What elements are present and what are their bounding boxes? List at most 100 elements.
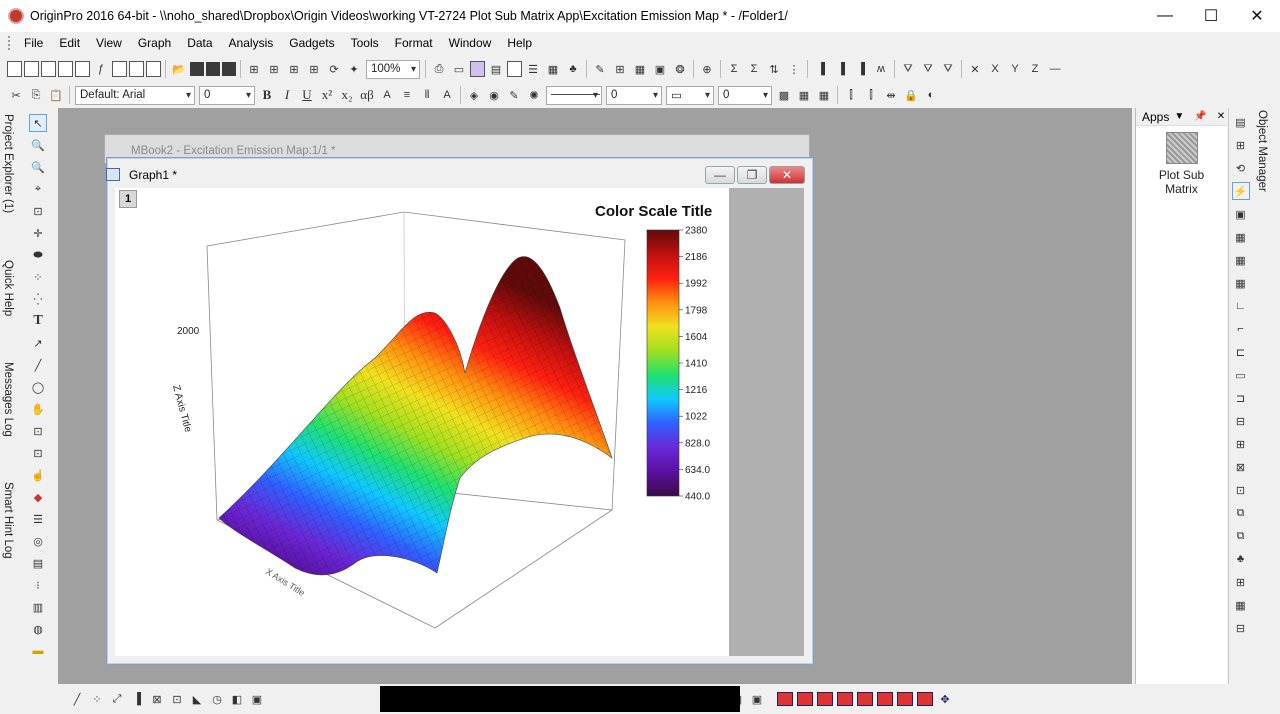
rotate-down-icon[interactable]: [837, 692, 853, 706]
column-chart-icon[interactable]: ▐: [128, 690, 146, 708]
clear-icon[interactable]: ✕: [966, 60, 984, 78]
overlay-icon[interactable]: ◐: [922, 86, 940, 104]
maximize-button[interactable]: ☐: [1188, 0, 1234, 32]
code-builder-icon[interactable]: ▤: [487, 60, 505, 78]
bold-button[interactable]: B: [257, 87, 277, 103]
screen-reader-icon[interactable]: ⊡: [29, 202, 47, 220]
front-icon[interactable]: ⧉: [1232, 504, 1250, 522]
greek-button[interactable]: αβ: [357, 87, 377, 103]
add-column-icon[interactable]: ⊕: [698, 60, 716, 78]
insert-table-icon[interactable]: ⊡: [29, 444, 47, 462]
border-combo[interactable]: ▭: [666, 85, 714, 105]
z-label[interactable]: Z: [1026, 60, 1044, 78]
surface-plot[interactable]: 2000 Z Axis Title X Axis Title Color Sca…: [115, 188, 729, 656]
sum-icon[interactable]: Σ: [725, 60, 743, 78]
reset-view-icon[interactable]: [917, 692, 933, 706]
duplicate-icon[interactable]: [470, 61, 485, 77]
subscript-button[interactable]: x₂: [337, 87, 357, 103]
menu-format[interactable]: Format: [387, 36, 441, 50]
menu-edit[interactable]: Edit: [51, 36, 88, 50]
rotate-left-icon[interactable]: [777, 692, 793, 706]
axis-box-icon[interactable]: ⊏: [1232, 343, 1250, 361]
apps-close-icon[interactable]: ✕: [1217, 111, 1225, 122]
dash-icon[interactable]: —: [1046, 60, 1064, 78]
area-plot-icon[interactable]: ◣: [188, 690, 206, 708]
line-plot-icon[interactable]: ╱: [68, 690, 86, 708]
new-project-icon[interactable]: [7, 61, 22, 77]
add-layer4-icon[interactable]: ▦: [1232, 274, 1250, 292]
object-manager-tab[interactable]: Object Manager: [1256, 110, 1268, 192]
import-ascii-icon[interactable]: ⊞: [305, 60, 323, 78]
insert-graph-icon[interactable]: ⊡: [29, 422, 47, 440]
project-explorer-tab[interactable]: Project Explorer (1): [2, 114, 14, 213]
distribute-icon[interactable]: ⇹: [882, 86, 900, 104]
cut-icon[interactable]: ✂: [7, 86, 25, 104]
zoom-out-icon[interactable]: 🔍: [29, 158, 47, 176]
group-icon[interactable]: ⊠: [1232, 458, 1250, 476]
object-icon[interactable]: ◆: [29, 488, 47, 506]
line-color-icon[interactable]: ✎: [505, 86, 523, 104]
polar-icon[interactable]: ◎: [29, 532, 47, 550]
graph-window[interactable]: Graph1 * — ❐ ✕ 1 2000 Z Axis Title X Axi…: [106, 157, 814, 665]
rotate-up-icon[interactable]: [817, 692, 833, 706]
sort-icon[interactable]: ⇅: [765, 60, 783, 78]
menu-data[interactable]: Data: [179, 36, 220, 50]
results-log-icon[interactable]: [507, 61, 522, 77]
table-icon[interactable]: ▦: [815, 86, 833, 104]
filter-options-icon[interactable]: ⛛: [939, 60, 957, 78]
recalculate-icon[interactable]: ⟳: [325, 60, 343, 78]
globe-icon[interactable]: ◍: [29, 620, 47, 638]
print-icon[interactable]: ⎙: [430, 60, 448, 78]
minimize-button[interactable]: —: [1142, 0, 1188, 32]
save-window-icon[interactable]: [222, 62, 236, 76]
grid-icon[interactable]: ▦: [1232, 596, 1250, 614]
import-icon[interactable]: ⊞: [245, 60, 263, 78]
close-button[interactable]: ✕: [1234, 0, 1280, 32]
extract-icon[interactable]: ▥: [29, 598, 47, 616]
tree-icon2[interactable]: ♣: [1232, 550, 1250, 568]
line-width-combo[interactable]: 0: [606, 85, 662, 105]
scale-icon[interactable]: ⌖: [29, 180, 47, 198]
gesture-icon[interactable]: ☝: [29, 466, 47, 484]
font-grow-icon[interactable]: A: [378, 86, 396, 104]
3d-box-icon[interactable]: ▣: [748, 690, 766, 708]
line-tool-icon[interactable]: ╱: [29, 356, 47, 374]
ellipse-tool-icon[interactable]: ◯: [29, 378, 47, 396]
column-plot-icon[interactable]: ▐: [812, 60, 830, 78]
perspective-icon[interactable]: [897, 692, 913, 706]
align-horiz-icon[interactable]: ⊞: [1232, 435, 1250, 453]
line-style-combo[interactable]: ──────: [546, 85, 602, 105]
import-wizard-icon[interactable]: ⊞: [265, 60, 283, 78]
dock-icon[interactable]: ⊟: [1232, 619, 1250, 637]
columns-icon[interactable]: ⫴: [418, 86, 436, 104]
open-folder-icon[interactable]: 📂: [170, 60, 188, 78]
template-icon[interactable]: ▣: [248, 690, 266, 708]
region-icon[interactable]: ⁛: [29, 290, 47, 308]
app-plot-sub-matrix[interactable]: Plot Sub Matrix: [1147, 132, 1217, 196]
pie-chart-icon[interactable]: ◷: [208, 690, 226, 708]
layer-arrange-icon[interactable]: ▤: [1232, 113, 1250, 131]
apps-pin-icon[interactable]: 📌: [1194, 111, 1206, 122]
formula-icon[interactable]: ⊞: [611, 60, 629, 78]
new-workbook-icon[interactable]: [24, 61, 39, 77]
open-template-icon[interactable]: [190, 62, 204, 76]
folder-tool-icon[interactable]: ▬: [29, 642, 47, 660]
command-window-icon[interactable]: ☰: [524, 60, 542, 78]
layer-icon[interactable]: ▤: [29, 554, 47, 572]
find-icon[interactable]: ✎: [591, 60, 609, 78]
new-notes-icon[interactable]: [129, 61, 144, 77]
underline-button[interactable]: U: [297, 87, 317, 103]
highlight-icon[interactable]: ✺: [525, 86, 543, 104]
menu-help[interactable]: Help: [499, 36, 540, 50]
align-right-icon[interactable]: ⫿: [862, 86, 880, 104]
scatter-plot-icon[interactable]: ⁘: [88, 690, 106, 708]
quick-help-tab[interactable]: Quick Help: [2, 260, 14, 316]
script-window-icon[interactable]: ▦: [544, 60, 562, 78]
node-icon[interactable]: ⊞: [1232, 573, 1250, 591]
set-values-icon[interactable]: ▦: [631, 60, 649, 78]
normalize-icon[interactable]: ⋮: [785, 60, 803, 78]
menu-analysis[interactable]: Analysis: [221, 36, 282, 50]
text-tool-icon[interactable]: T: [29, 312, 47, 330]
paste-icon[interactable]: 📋: [47, 86, 65, 104]
apps-dropdown-icon[interactable]: ▼: [1174, 111, 1184, 122]
